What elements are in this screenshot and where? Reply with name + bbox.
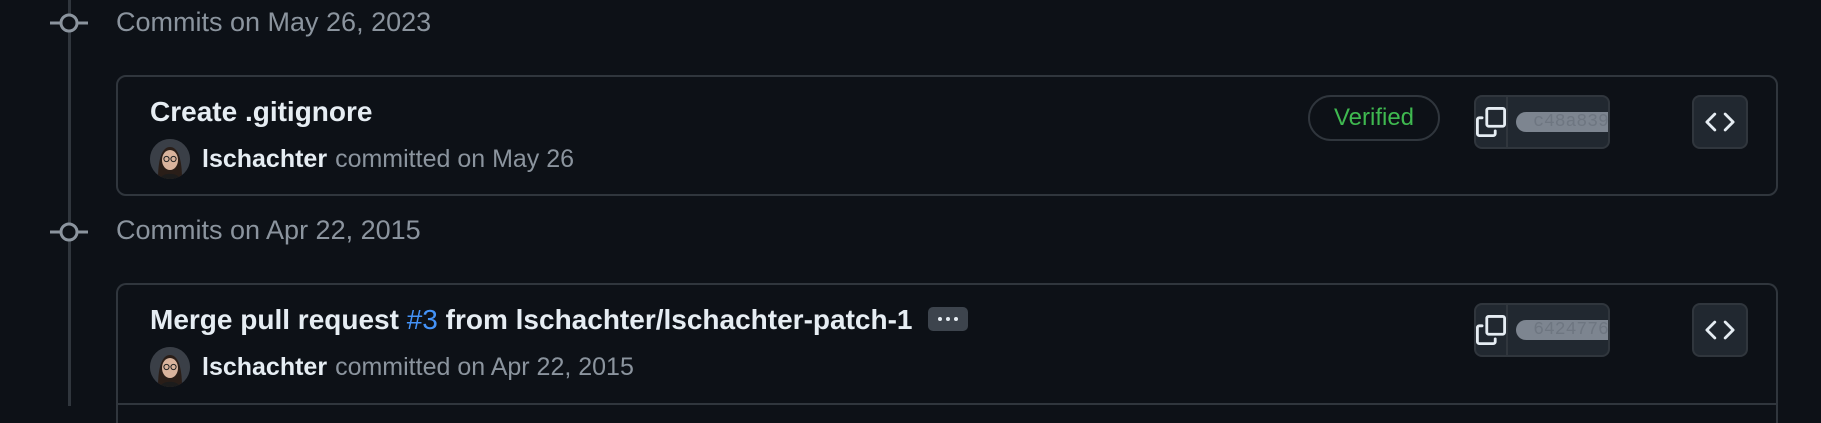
git-commit-icon <box>50 11 88 35</box>
commit-sha-link[interactable]: 6424776 <box>1508 305 1608 355</box>
commit-group-heading: Commits on May 26, 2023 <box>116 7 432 37</box>
commit-title: Merge pull request #3 from lschachter/ls… <box>150 303 969 337</box>
commit-meta: lschachter committed on Apr 22, 2015 <box>150 347 634 387</box>
commit-sha: 6424776 <box>1516 320 1608 340</box>
sha-button-group: c48a839 <box>1474 95 1610 149</box>
copy-icon <box>1476 107 1506 137</box>
commit-card: Merge pull request #3 from lschachter/ls… <box>116 283 1778 423</box>
commit-date: committed on Apr 22, 2015 <box>335 352 634 381</box>
commit-sha: c48a839 <box>1516 112 1608 132</box>
commit-title-prefix[interactable]: Merge pull request <box>150 304 407 335</box>
commit-title-link[interactable]: Create .gitignore <box>150 95 372 129</box>
avatar[interactable] <box>150 139 190 179</box>
commit-card: Create .gitignore lschachter committed o… <box>116 75 1778 196</box>
commit-date: committed on May 26 <box>335 144 575 173</box>
copy-sha-button[interactable] <box>1476 305 1508 355</box>
git-commit-icon <box>50 220 88 244</box>
code-icon <box>1705 320 1735 340</box>
commit-title-suffix[interactable]: from lschachter/lschachter-patch-1 <box>438 304 913 335</box>
sha-button-group: 6424776 <box>1474 303 1610 357</box>
pull-request-link[interactable]: #3 <box>407 304 438 335</box>
verified-badge[interactable]: Verified <box>1308 95 1440 141</box>
copy-icon <box>1476 315 1506 345</box>
browse-repository-button[interactable] <box>1692 95 1748 149</box>
author-link[interactable]: lschachter <box>202 353 327 382</box>
timeline-line <box>68 0 71 406</box>
copy-sha-button[interactable] <box>1476 97 1508 147</box>
expand-message-button[interactable] <box>928 306 969 331</box>
commit-sha-link[interactable]: c48a839 <box>1508 97 1608 147</box>
commit-meta: lschachter committed on May 26 <box>150 139 574 179</box>
commit-group-heading: Commits on Apr 22, 2015 <box>116 215 421 245</box>
browse-repository-button[interactable] <box>1692 303 1748 357</box>
avatar[interactable] <box>150 347 190 387</box>
author-link[interactable]: lschachter <box>202 145 327 174</box>
code-icon <box>1705 112 1735 132</box>
